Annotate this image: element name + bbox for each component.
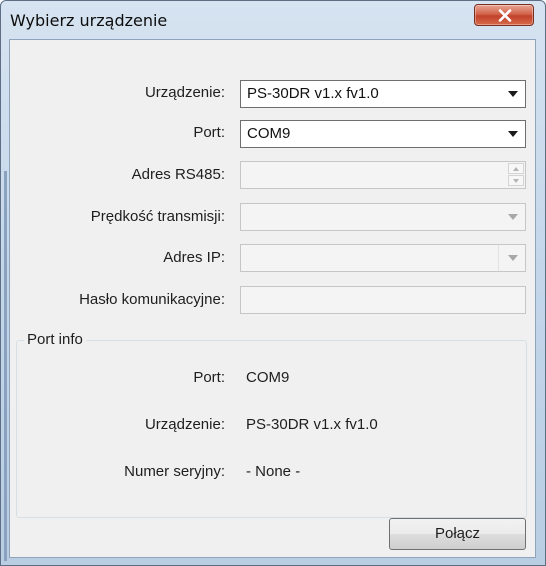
window-title: Wybierz urządzenie (10, 11, 168, 30)
ip-combo[interactable] (240, 244, 526, 272)
info-device-label: Urządzenie: (144, 416, 225, 433)
rs485-label: Adres RS485: (131, 166, 225, 183)
password-field[interactable] (240, 286, 526, 314)
title-bar[interactable]: Wybierz urządzenie (1, 1, 545, 39)
port-label: Port: (193, 124, 225, 141)
chevron-down-icon (508, 91, 518, 97)
spin-down-icon[interactable] (508, 175, 524, 186)
info-port-value: COM9 (246, 369, 290, 386)
device-select-value: PS-30DR v1.x fv1.0 (247, 85, 379, 102)
port-select[interactable]: COM9 (240, 120, 526, 148)
rs485-stepper[interactable] (240, 161, 526, 189)
rs485-spin-buttons[interactable] (508, 163, 524, 187)
password-label: Hasło komunikacyjne: (79, 291, 225, 308)
speed-label: Prędkość transmisji: (90, 208, 225, 225)
spin-up-icon[interactable] (508, 163, 524, 174)
chevron-down-icon (508, 131, 518, 137)
info-port-label: Port: (193, 369, 225, 386)
connect-button[interactable]: Połącz (389, 518, 526, 550)
device-label: Urządzenie: (144, 84, 225, 101)
close-icon (498, 9, 512, 22)
dialog-client-area: Urządzenie: PS-30DR v1.x fv1.0 Port: COM… (9, 39, 536, 558)
ip-label: Adres IP: (163, 249, 225, 266)
ip-dropdown-button[interactable] (498, 245, 525, 271)
info-serial-value: - None - (246, 463, 301, 480)
info-serial-label: Numer seryjny: (124, 463, 225, 480)
port-select-value: COM9 (247, 125, 291, 142)
close-button[interactable] (474, 4, 534, 26)
device-select[interactable]: PS-30DR v1.x fv1.0 (240, 80, 526, 108)
info-device-value: PS-30DR v1.x fv1.0 (246, 416, 378, 433)
speed-select[interactable] (240, 203, 526, 231)
chevron-down-icon (508, 214, 518, 220)
port-info-title: Port info (24, 331, 86, 348)
chevron-down-icon (508, 255, 518, 261)
window-border-trim (4, 171, 7, 561)
dialog-window: Wybierz urządzenie Urządzenie: PS-30DR v… (0, 0, 546, 566)
